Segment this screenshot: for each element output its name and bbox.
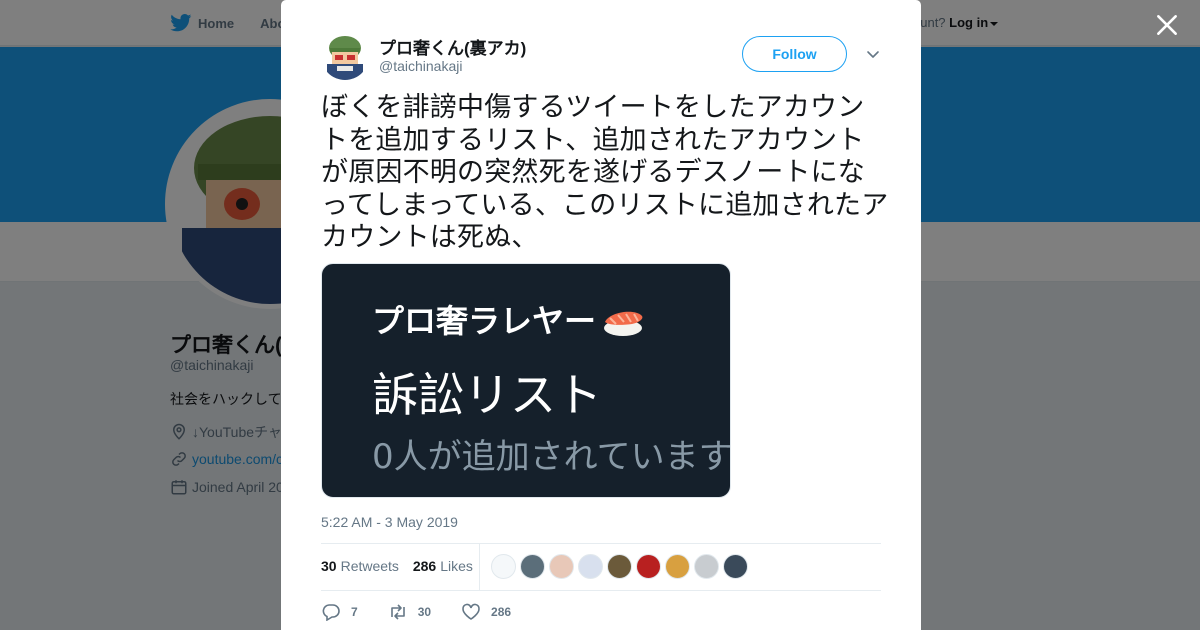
like-button[interactable]: 286 xyxy=(461,603,511,621)
likes-label: Likes xyxy=(440,558,473,574)
tweet-stats: 30 Retweets 286 Likes xyxy=(321,558,473,574)
retweet-count: 30 xyxy=(417,605,432,619)
reply-icon xyxy=(322,604,340,621)
retweets-label: Retweets xyxy=(340,558,399,574)
author-avatar[interactable] xyxy=(321,32,369,80)
reply-button[interactable]: 7 xyxy=(321,603,358,621)
reply-count: 7 xyxy=(351,605,358,619)
tweet-text: ぼくを誹謗中傷するツイートをしたアカウントを追加するリスト、追加されたアカウント… xyxy=(321,92,889,253)
liker-avatar[interactable] xyxy=(636,554,661,579)
author-name[interactable]: プロ奢くん(裏アカ) xyxy=(379,34,526,59)
divider xyxy=(321,543,881,544)
media-member-count: 0人が追加されています xyxy=(372,437,731,477)
liker-avatar[interactable] xyxy=(578,554,603,579)
like-count: 286 xyxy=(491,605,512,619)
sushi-icon xyxy=(604,311,643,336)
author-handle[interactable]: @taichinakaji xyxy=(379,58,462,74)
liker-avatar[interactable] xyxy=(665,554,690,579)
liker-avatar[interactable] xyxy=(723,554,748,579)
follow-button[interactable]: Follow xyxy=(742,36,847,72)
heart-icon xyxy=(462,603,480,620)
liker-avatar[interactable] xyxy=(607,554,632,579)
media-title: プロ奢ラレヤー xyxy=(372,296,646,342)
likes-count: 286 xyxy=(412,558,437,574)
retweets-count: 30 xyxy=(321,558,337,574)
retweets-stat[interactable]: 30 Retweets xyxy=(321,558,399,574)
stats-separator xyxy=(479,544,480,590)
likes-stat[interactable]: 286 Likes xyxy=(413,558,473,574)
tweet-timestamp[interactable]: 5:22 AM - 3 May 2019 xyxy=(321,514,458,530)
media-list-name: 訴訟リスト xyxy=(372,368,602,422)
liker-avatar[interactable] xyxy=(694,554,719,579)
tweet-actions: 7 30 286 xyxy=(321,603,541,621)
tweet-modal: プロ奢くん(裏アカ) @taichinakaji Follow ぼくを誹謗中傷す… xyxy=(281,0,921,630)
chevron-down-icon[interactable] xyxy=(865,46,881,62)
retweet-icon xyxy=(390,604,405,620)
close-icon[interactable] xyxy=(1154,12,1180,38)
liker-avatar[interactable] xyxy=(549,554,574,579)
liker-avatar[interactable] xyxy=(520,554,545,579)
liker-avatar[interactable] xyxy=(491,554,516,579)
likers-avatars xyxy=(491,554,752,579)
tweet-media-image[interactable]: プロ奢ラレヤー 訴訟リスト 0人が追加されています xyxy=(321,263,731,498)
divider xyxy=(321,590,881,591)
media-title-text: プロ奢ラレヤー xyxy=(372,302,597,340)
retweet-button[interactable]: 30 xyxy=(388,603,431,621)
